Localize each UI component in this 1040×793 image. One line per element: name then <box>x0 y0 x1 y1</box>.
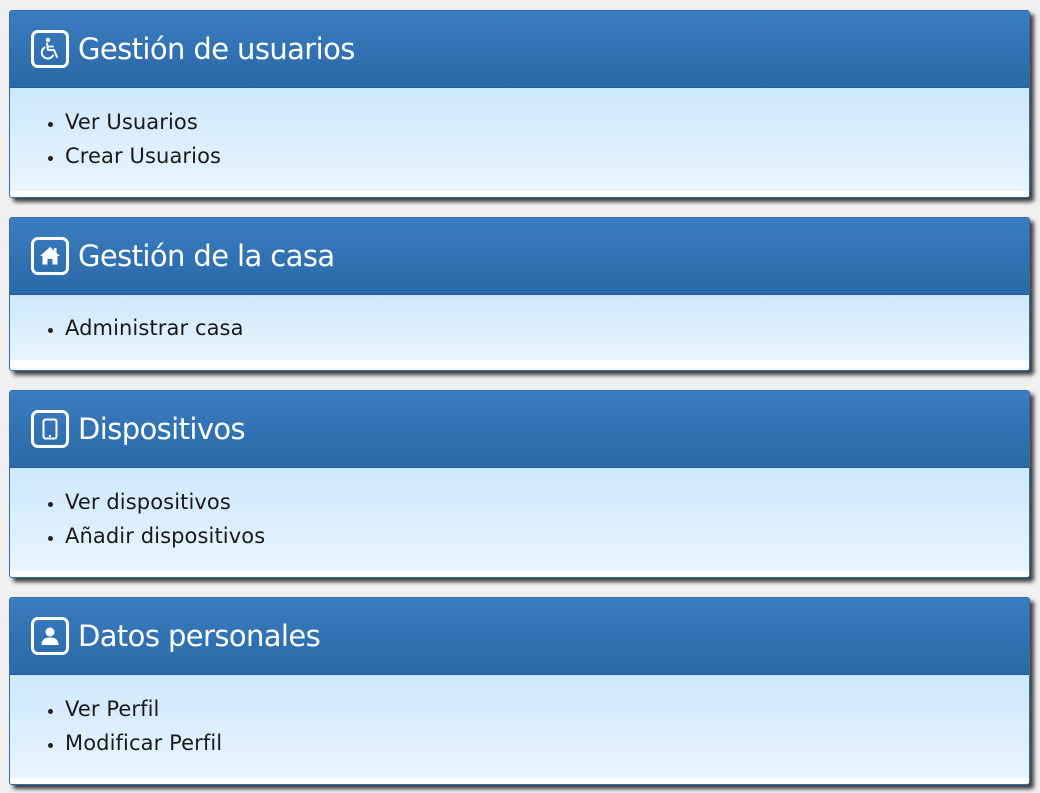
panel-heading: Dispositivos <box>10 391 1029 468</box>
user-icon <box>31 617 69 655</box>
menu-list: Ver Perfil Modificar Perfil <box>10 692 1029 760</box>
panel-body: Ver dispositivos Añadir dispositivos <box>10 468 1029 571</box>
panel-heading: Gestión de la casa <box>10 218 1029 295</box>
menu-item-modificar-perfil[interactable]: Modificar Perfil <box>65 726 1029 760</box>
panel-title: Gestión de la casa <box>78 238 335 273</box>
menu-item-ver-dispositivos[interactable]: Ver dispositivos <box>65 485 1029 519</box>
menu-list: Administrar casa <box>10 311 1029 345</box>
panel-title: Gestión de usuarios <box>78 31 355 66</box>
panel-personal-data: Datos personales Ver Perfil Modificar Pe… <box>9 597 1030 785</box>
menu-item-ver-usuarios[interactable]: Ver Usuarios <box>65 105 1029 139</box>
menu-list: Ver dispositivos Añadir dispositivos <box>10 485 1029 553</box>
menu-list: Ver Usuarios Crear Usuarios <box>10 105 1029 173</box>
menu-item-administrar-casa[interactable]: Administrar casa <box>65 311 1029 345</box>
panel-house-management: Gestión de la casa Administrar casa <box>9 217 1030 371</box>
panel-body: Ver Perfil Modificar Perfil <box>10 675 1029 778</box>
panel-user-management: Gestión de usuarios Ver Usuarios Crear U… <box>9 10 1030 198</box>
panel-body: Ver Usuarios Crear Usuarios <box>10 88 1029 191</box>
menu-item-ver-perfil[interactable]: Ver Perfil <box>65 692 1029 726</box>
tablet-icon <box>31 410 69 448</box>
panel-body: Administrar casa <box>10 295 1029 360</box>
panel-heading: Gestión de usuarios <box>10 11 1029 88</box>
panel-devices: Dispositivos Ver dispositivos Añadir dis… <box>9 390 1030 578</box>
menu-item-crear-usuarios[interactable]: Crear Usuarios <box>65 139 1029 173</box>
home-icon <box>31 237 69 275</box>
panel-title: Datos personales <box>78 618 321 653</box>
wheelchair-icon <box>31 30 69 68</box>
panel-title: Dispositivos <box>78 411 246 446</box>
panel-heading: Datos personales <box>10 598 1029 675</box>
menu-item-anadir-dispositivos[interactable]: Añadir dispositivos <box>65 519 1029 553</box>
